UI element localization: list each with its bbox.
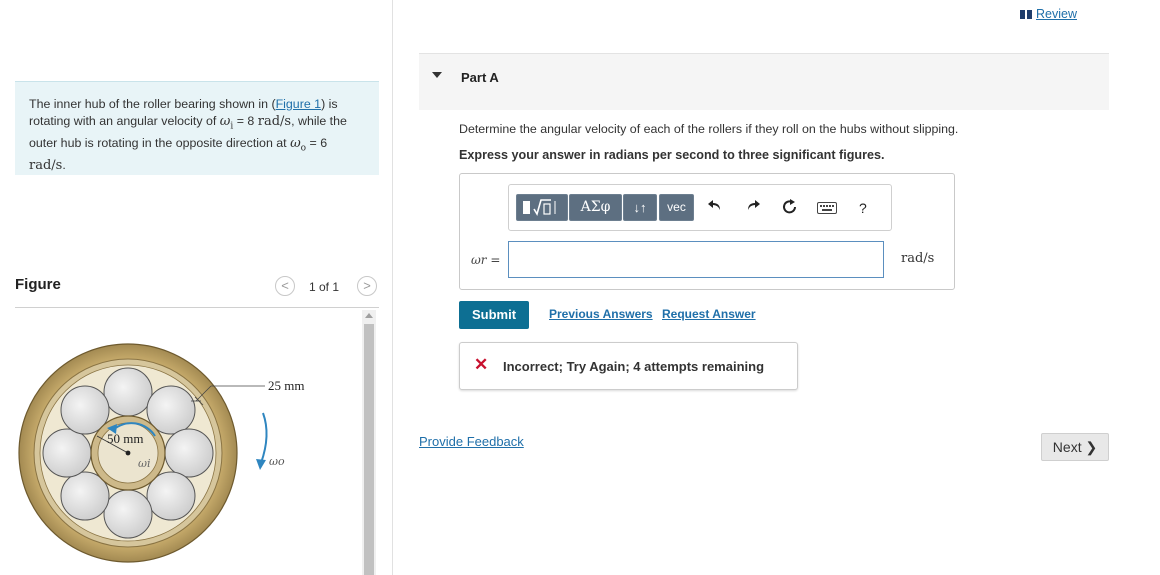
question-text: Determine the angular velocity of each o… bbox=[459, 122, 959, 136]
templates-button[interactable] bbox=[516, 194, 568, 221]
book-icon bbox=[1020, 10, 1032, 19]
chevron-left-icon: < bbox=[281, 278, 289, 293]
review-link[interactable]: Review bbox=[1020, 7, 1077, 21]
omega-o-arrow bbox=[260, 412, 268, 464]
label-omega-i: ωi bbox=[138, 457, 151, 470]
vector-button[interactable]: vec bbox=[659, 194, 694, 221]
previous-answers-link[interactable]: Previous Answers bbox=[549, 307, 653, 321]
figure-image: 25 mm 50 mm ωi ωo bbox=[15, 310, 360, 575]
redo-icon[interactable] bbox=[745, 198, 761, 220]
omega-i-symbol: ωi bbox=[219, 113, 234, 132]
label-omega-o: ωo bbox=[269, 455, 285, 468]
request-answer-link[interactable]: Request Answer bbox=[662, 307, 756, 321]
problem-text: = 8 bbox=[233, 113, 258, 128]
figure-navigation: < 1 of 1 > bbox=[273, 276, 379, 300]
part-title[interactable]: Part A bbox=[461, 70, 499, 85]
arrow-head-icon bbox=[256, 459, 266, 470]
next-figure-button[interactable]: > bbox=[357, 276, 377, 296]
instruction-text: Express your answer in radians per secon… bbox=[459, 148, 885, 162]
x-icon: ✕ bbox=[474, 355, 489, 374]
answer-unit: rad/s bbox=[901, 251, 935, 266]
problem-text: . bbox=[62, 157, 66, 172]
omega-o-symbol: ωo bbox=[290, 135, 307, 154]
label-50mm: 50 mm bbox=[107, 431, 143, 446]
templates-icon bbox=[523, 199, 556, 216]
unit-rad-s: rad/s bbox=[257, 113, 292, 129]
problem-text: The inner hub of the roller bearing show… bbox=[29, 97, 276, 111]
bearing: 25 mm 50 mm ωi ωo bbox=[18, 343, 304, 563]
keyboard-icon[interactable] bbox=[817, 202, 837, 214]
figure-counter: 1 of 1 bbox=[309, 280, 340, 294]
problem-text: = 6 bbox=[306, 135, 328, 150]
variable-label: ωr = bbox=[471, 253, 501, 267]
reset-icon[interactable] bbox=[781, 198, 799, 222]
roller bbox=[164, 428, 214, 478]
scroll-up-icon[interactable] bbox=[365, 313, 373, 318]
next-button[interactable]: Next ❯ bbox=[1041, 433, 1109, 461]
figure-scrollbar[interactable] bbox=[362, 310, 376, 575]
center-point bbox=[125, 450, 131, 456]
math-toolbar: ΑΣφ ↓↑ vec ? bbox=[508, 184, 892, 231]
review-label: Review bbox=[1036, 7, 1077, 21]
greek-symbols-button[interactable]: ΑΣφ bbox=[569, 194, 622, 221]
provide-feedback-link[interactable]: Provide Feedback bbox=[419, 434, 524, 449]
part-a-header[interactable] bbox=[419, 54, 1109, 110]
undo-icon[interactable] bbox=[707, 198, 723, 220]
feedback-text: Incorrect; Try Again; 4 attempts remaini… bbox=[503, 359, 765, 374]
roller-bearing-diagram: 25 mm 50 mm ωi ωo bbox=[18, 343, 304, 563]
roller bbox=[103, 489, 153, 539]
chevron-right-icon: > bbox=[363, 278, 371, 293]
feedback-message: ✕ Incorrect; Try Again; 4 attempts remai… bbox=[459, 342, 798, 390]
answer-input[interactable] bbox=[508, 241, 884, 278]
caret-down-icon[interactable] bbox=[432, 72, 442, 78]
figure-heading: Figure bbox=[15, 276, 61, 293]
figure-divider bbox=[15, 307, 379, 308]
unit-rad-s: rad/s bbox=[29, 157, 63, 173]
label-25mm: 25 mm bbox=[268, 378, 304, 393]
roller bbox=[103, 367, 153, 417]
prev-figure-button[interactable]: < bbox=[275, 276, 295, 296]
roller bbox=[42, 428, 92, 478]
problem-statement: The inner hub of the roller bearing show… bbox=[15, 81, 379, 175]
pane-divider bbox=[392, 0, 393, 575]
submit-button[interactable]: Submit bbox=[459, 301, 529, 329]
subscript-superscript-button[interactable]: ↓↑ bbox=[623, 194, 657, 221]
help-icon[interactable]: ? bbox=[859, 198, 867, 218]
figure-link[interactable]: Figure 1 bbox=[276, 97, 321, 111]
scroll-thumb[interactable] bbox=[364, 324, 374, 575]
